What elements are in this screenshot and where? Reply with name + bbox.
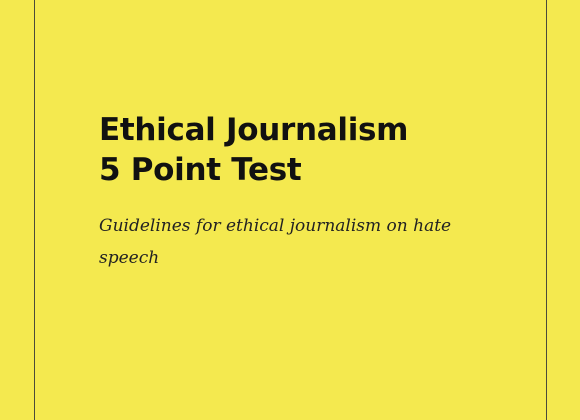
- cover-page: Ethical Journalism 5 Point Test Guidelin…: [0, 0, 580, 420]
- title-line-1: Ethical Journalism: [99, 112, 409, 148]
- cover-title: Ethical Journalism 5 Point Test: [99, 110, 408, 190]
- left-border-rule: [34, 0, 35, 420]
- title-line-2: 5 Point Test: [99, 152, 302, 188]
- right-border-rule: [546, 0, 547, 420]
- cover-subtitle: Guidelines for ethical journalism on hat…: [99, 216, 452, 268]
